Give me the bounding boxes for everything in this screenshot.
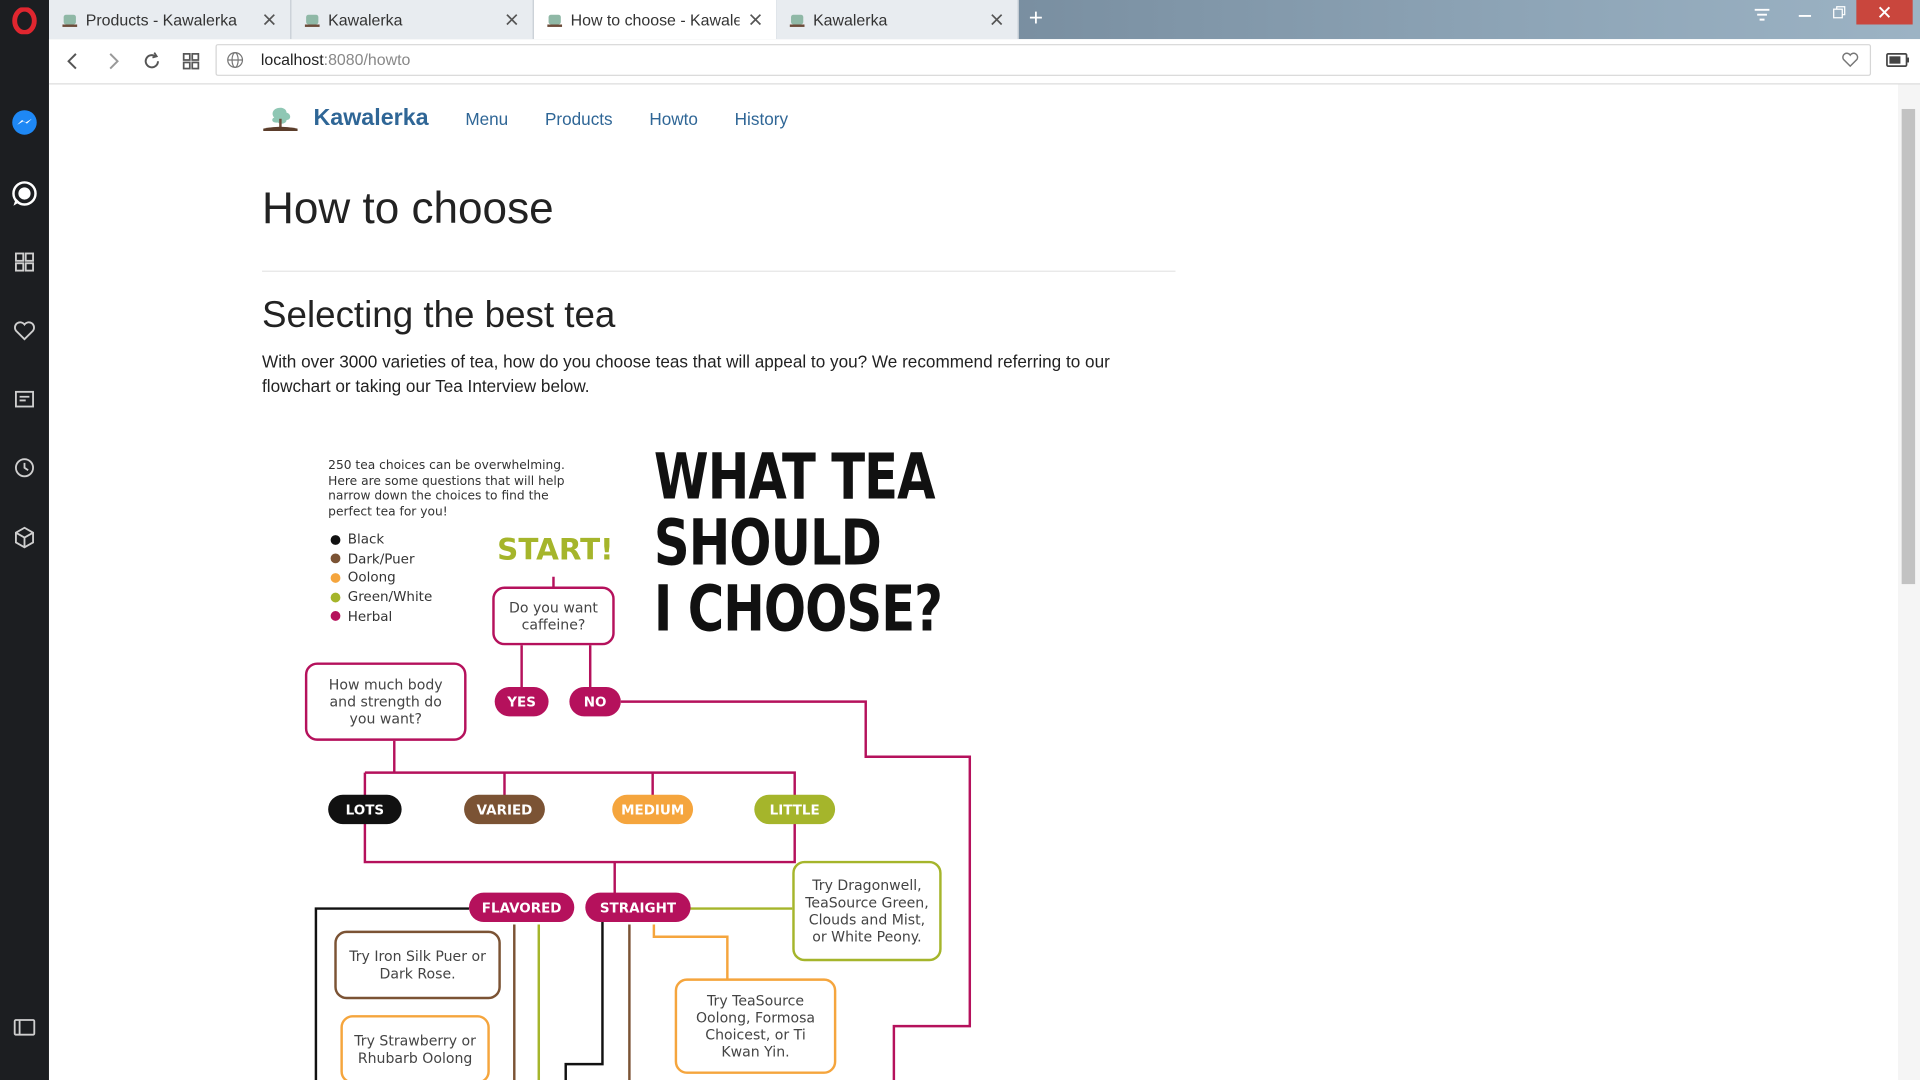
browser-tab-active[interactable]: How to choose - Kawalerka bbox=[533, 0, 777, 40]
legend-dot-icon bbox=[330, 553, 341, 564]
address-field[interactable]: localhost:8080/howto bbox=[215, 44, 1872, 76]
sidebar-toggle-icon[interactable] bbox=[11, 1014, 38, 1041]
legend-dot-icon bbox=[330, 592, 341, 602]
legend-item: Herbal bbox=[330, 607, 433, 626]
tab-menu-icon[interactable] bbox=[1749, 2, 1776, 24]
nav-menu[interactable]: Menu bbox=[465, 109, 508, 129]
caffeine-question-box: Do you want caffeine? bbox=[492, 586, 615, 646]
legend-dot-icon bbox=[330, 534, 341, 545]
restore-icon bbox=[1833, 6, 1846, 19]
flavored-pill: FLAVORED bbox=[468, 892, 575, 923]
whatsapp-icon[interactable] bbox=[11, 180, 38, 207]
legend-item: Green/White bbox=[330, 587, 432, 606]
divider bbox=[262, 270, 1176, 272]
tea-favicon-icon bbox=[789, 14, 805, 27]
browser-titlebar: Products - Kawalerka Kawalerka How to ch… bbox=[0, 0, 1920, 40]
flowchart-intro-note: 250 tea choices can be overwhelming. Her… bbox=[328, 459, 565, 519]
intro-paragraph: With over 3000 varieties of tea, how do … bbox=[262, 351, 1110, 396]
speed-dial-icon[interactable] bbox=[11, 249, 38, 276]
nav-history[interactable]: History bbox=[735, 109, 788, 129]
minimize-icon bbox=[1798, 15, 1812, 17]
heart-icon[interactable] bbox=[11, 317, 38, 344]
legend-item: Oolong bbox=[330, 568, 433, 587]
reload-icon[interactable] bbox=[140, 49, 164, 73]
address-text: localhost:8080/howto bbox=[260, 50, 411, 69]
scrollbar-thumb[interactable] bbox=[1901, 108, 1916, 585]
close-tab-icon[interactable] bbox=[747, 11, 764, 28]
globe-icon bbox=[227, 52, 244, 68]
puer-suggestion-box: Try Iron Silk Puer or Dark Rose. bbox=[334, 930, 501, 1000]
flowchart-legend: Black Dark/Puer Oolong Green/White Herba… bbox=[330, 530, 433, 626]
tabs-grid-icon[interactable] bbox=[179, 49, 203, 73]
tea-favicon-icon bbox=[547, 14, 563, 27]
bookmark-heart-icon[interactable] bbox=[1840, 50, 1860, 70]
browser-tab[interactable]: Products - Kawalerka bbox=[48, 0, 292, 40]
tea-favicon-icon bbox=[62, 14, 78, 27]
minimize-button[interactable] bbox=[1788, 0, 1822, 24]
yes-pill: YES bbox=[494, 686, 549, 717]
news-icon[interactable] bbox=[11, 386, 38, 413]
tea-logo-icon[interactable] bbox=[262, 104, 299, 133]
battery-icon[interactable] bbox=[1886, 51, 1910, 68]
legend-dot-icon bbox=[330, 573, 341, 583]
medium-pill: MEDIUM bbox=[612, 794, 694, 825]
legend-item: Dark/Puer bbox=[330, 549, 433, 568]
site-navbar: Kawalerka Menu Products Howto History bbox=[262, 102, 825, 136]
tea-favicon-icon bbox=[304, 14, 320, 27]
extensions-icon[interactable] bbox=[11, 524, 38, 551]
lots-pill: LOTS bbox=[328, 794, 402, 825]
varied-pill: VARIED bbox=[464, 794, 545, 825]
start-label: START! bbox=[497, 532, 614, 567]
web-page: Kawalerka Menu Products Howto History Ho… bbox=[48, 84, 1898, 1080]
legend-dot-icon bbox=[330, 611, 341, 622]
page-title: How to choose bbox=[262, 182, 554, 233]
no-pill: NO bbox=[569, 686, 621, 717]
browser-sidebar bbox=[0, 0, 49, 1080]
body-question-box: How much body and strength do you want? bbox=[304, 662, 467, 741]
nav-products[interactable]: Products bbox=[545, 109, 613, 129]
green-tea-suggestion-box: Try Dragonwell, TeaSource Green, Clouds … bbox=[792, 860, 942, 962]
flowchart-headline: WHAT TEA SHOULD I CHOOSE? bbox=[653, 440, 943, 647]
close-icon bbox=[1878, 6, 1891, 18]
nav-howto[interactable]: Howto bbox=[649, 109, 698, 129]
browser-tab[interactable]: Kawalerka bbox=[291, 0, 534, 40]
section-heading: Selecting the best tea bbox=[262, 295, 616, 336]
page-scrollbar[interactable] bbox=[1897, 84, 1920, 1080]
forward-icon[interactable] bbox=[100, 49, 124, 73]
little-pill: LITTLE bbox=[754, 794, 836, 825]
oolong-suggestion-box: Try TeaSource Oolong, Formosa Choicest, … bbox=[674, 978, 837, 1074]
new-tab-button[interactable]: + bbox=[1024, 6, 1048, 30]
browser-tab[interactable]: Kawalerka bbox=[776, 0, 1019, 40]
strawberry-suggestion-box: Try Strawberry or Rhubarb Oolong bbox=[340, 1015, 490, 1080]
site-brand[interactable]: Kawalerka bbox=[313, 105, 428, 132]
close-tab-icon[interactable] bbox=[988, 11, 1005, 28]
messenger-icon[interactable] bbox=[11, 109, 38, 136]
straight-pill: STRAIGHT bbox=[585, 892, 691, 923]
close-tab-icon[interactable] bbox=[503, 11, 520, 28]
opera-logo-icon[interactable] bbox=[11, 7, 38, 35]
close-tab-icon[interactable] bbox=[261, 11, 278, 28]
history-icon[interactable] bbox=[11, 454, 38, 481]
address-toolbar: localhost:8080/howto bbox=[48, 39, 1920, 85]
close-window-button[interactable] bbox=[1856, 0, 1913, 25]
restore-button[interactable] bbox=[1822, 0, 1856, 24]
back-icon[interactable] bbox=[61, 49, 85, 73]
tea-flowchart: 250 tea choices can be overwhelming. Her… bbox=[294, 440, 1053, 1080]
legend-item: Black bbox=[330, 530, 433, 549]
